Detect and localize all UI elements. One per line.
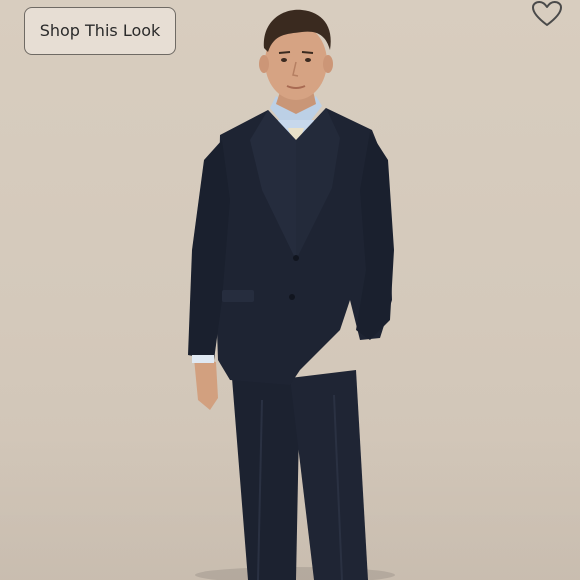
jacket-button	[289, 294, 295, 300]
suit-model-photo[interactable]	[0, 0, 580, 580]
favorite-button[interactable]	[530, 0, 564, 28]
ear	[323, 55, 333, 73]
shop-this-look-button[interactable]: Shop This Look	[24, 7, 176, 55]
jacket-button	[293, 255, 299, 261]
jacket-pocket	[222, 290, 254, 302]
shirt-cuff	[192, 355, 214, 363]
ear	[259, 55, 269, 73]
left-trouser-leg	[232, 378, 300, 580]
listing-photo-frame: Shop This Look	[0, 0, 580, 580]
left-hand	[194, 358, 218, 410]
right-trouser-leg	[290, 370, 368, 580]
heart-outline-icon	[532, 1, 562, 26]
